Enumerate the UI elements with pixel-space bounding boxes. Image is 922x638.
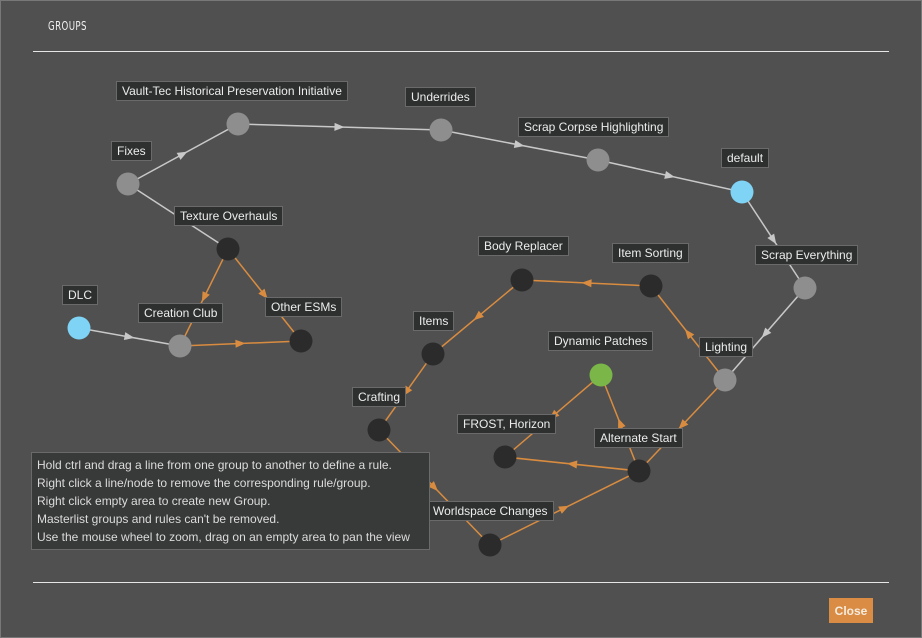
group-label-lighting: Lighting	[699, 337, 754, 357]
help-line: Right click a line/node to remove the co…	[37, 476, 371, 490]
group-node-vaulttec[interactable]	[226, 112, 250, 136]
group-node-dlc[interactable]	[67, 316, 91, 340]
group-label-dynamic: Dynamic Patches	[548, 331, 654, 351]
group-node-items[interactable]	[421, 342, 445, 366]
group-label-itemsorting: Item Sorting	[612, 243, 689, 263]
arrow-icon	[664, 171, 675, 179]
group-label-bodyreplacer: Body Replacer	[478, 236, 569, 256]
help-line: Right click empty area to create new Gro…	[37, 494, 271, 508]
rule-edge-texture-otheresms[interactable]	[227, 248, 302, 342]
group-label-fixes: Fixes	[111, 141, 152, 161]
group-node-underrides[interactable]	[429, 118, 453, 142]
group-node-scrapcorpse[interactable]	[586, 148, 610, 172]
rule-edge-vaulttec-underrides[interactable]	[237, 122, 442, 131]
arrow-icon	[176, 151, 188, 160]
group-label-scrapcorpse: Scrap Corpse Highlighting	[518, 117, 670, 137]
rule-edge-dlc-creationclub[interactable]	[78, 327, 181, 347]
group-label-underrides: Underrides	[405, 87, 476, 107]
rule-edge-scrapeverything-lighting[interactable]	[724, 287, 806, 381]
group-label-otheresms: Other ESMs	[265, 297, 343, 317]
group-node-lighting[interactable]	[713, 368, 737, 392]
rule-edge-alternate-frost[interactable]	[504, 456, 640, 472]
group-node-worldspace[interactable]	[478, 533, 502, 557]
help-line: Hold ctrl and drag a line from one group…	[37, 458, 392, 472]
close-button[interactable]: Close	[829, 598, 873, 623]
rule-edge-lighting-alternate[interactable]	[638, 379, 726, 472]
group-node-alternate[interactable]	[627, 459, 651, 483]
arrow-icon	[334, 122, 345, 131]
group-label-items: Items	[413, 311, 455, 331]
rule-edge-lighting-itemsorting[interactable]	[650, 285, 726, 381]
group-node-default[interactable]	[730, 180, 754, 204]
arrow-icon	[567, 460, 578, 469]
rule-edge-texture-creationclub[interactable]	[179, 248, 229, 347]
group-label-frost: FROST, Horizon	[457, 414, 557, 434]
group-label-vaulttec: Vault-Tec Historical Preservation Initia…	[116, 81, 348, 101]
rule-edge-creationclub-otheresms[interactable]	[179, 339, 302, 348]
group-node-fixes[interactable]	[116, 172, 140, 196]
group-label-worldspace: Worldspace Changes	[427, 501, 554, 521]
group-node-creationclub[interactable]	[168, 334, 192, 358]
group-node-scrapeverything[interactable]	[793, 276, 817, 300]
arrow-icon	[558, 505, 569, 514]
group-node-dynamic[interactable]	[589, 363, 613, 387]
group-node-bodyreplacer[interactable]	[510, 268, 534, 292]
group-node-texture[interactable]	[216, 237, 240, 261]
group-node-frost[interactable]	[493, 445, 517, 469]
help-line: Masterlist groups and rules can't be rem…	[37, 512, 280, 526]
arrow-icon	[201, 291, 210, 302]
footer-divider	[33, 582, 889, 583]
group-label-scrapeverything: Scrap Everything	[755, 245, 859, 265]
group-label-crafting: Crafting	[352, 387, 407, 407]
help-line: Use the mouse wheel to zoom, drag on an …	[37, 530, 410, 544]
rule-edge-itemsorting-bodyreplacer[interactable]	[521, 279, 652, 288]
arrow-icon	[235, 339, 246, 348]
arrow-icon	[581, 279, 592, 288]
group-label-texture: Texture Overhauls	[174, 206, 284, 226]
group-node-itemsorting[interactable]	[639, 274, 663, 298]
rule-edge-default-scrapeverything[interactable]	[741, 191, 806, 289]
rule-edge-alternate-dynamic[interactable]	[600, 374, 640, 472]
group-node-otheresms[interactable]	[289, 329, 313, 353]
group-node-crafting[interactable]	[367, 418, 391, 442]
group-label-creationclub: Creation Club	[138, 303, 224, 323]
help-text-box: Hold ctrl and drag a line from one group…	[31, 452, 430, 550]
group-label-default: default	[721, 148, 770, 168]
group-label-dlc: DLC	[62, 285, 99, 305]
group-label-alternate: Alternate Start	[594, 428, 683, 448]
